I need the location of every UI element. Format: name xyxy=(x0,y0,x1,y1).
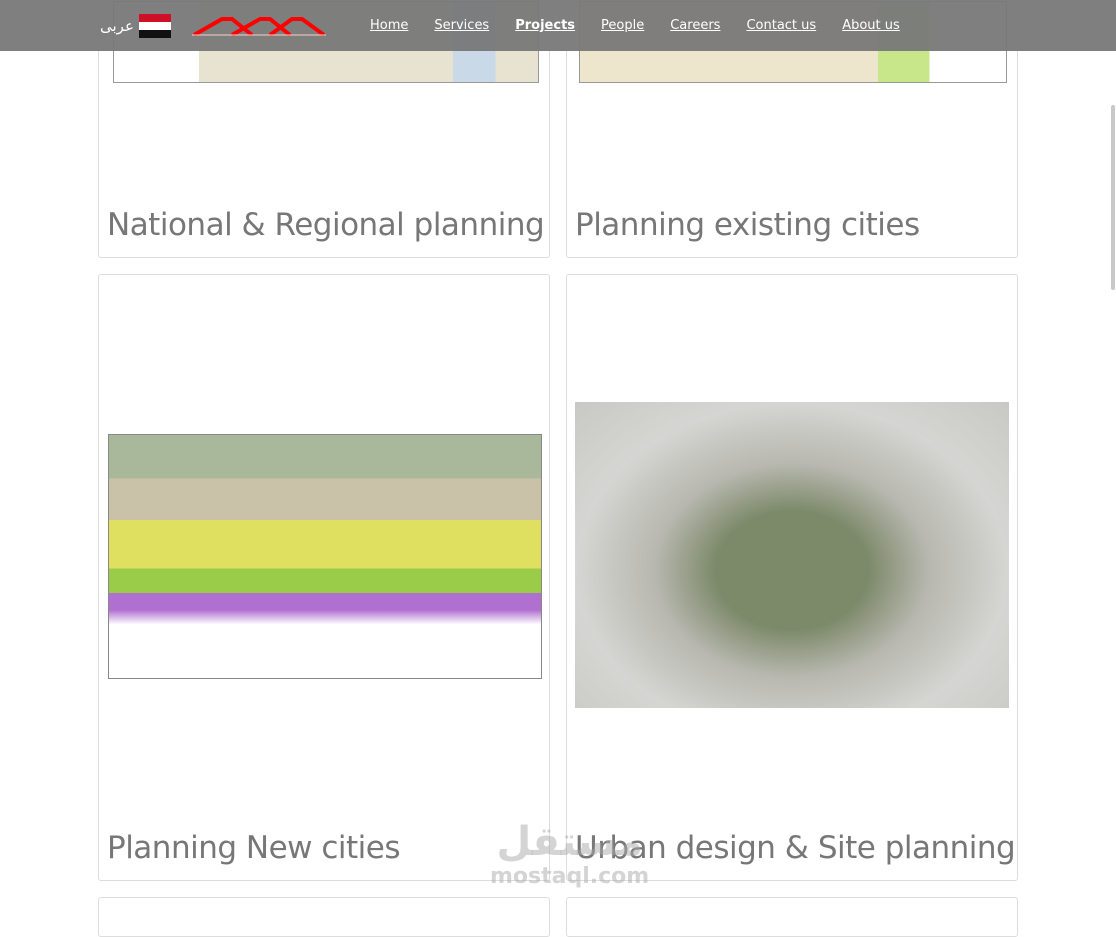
top-navbar: عربى Home Services Projects People Caree… xyxy=(0,0,1116,51)
nav-people[interactable]: People xyxy=(601,18,644,33)
company-logo[interactable] xyxy=(192,16,326,36)
nav-contact[interactable]: Contact us xyxy=(746,18,816,33)
card-title: Planning existing cities xyxy=(575,207,920,243)
nav-projects[interactable]: Projects xyxy=(515,18,575,33)
nav-about[interactable]: About us xyxy=(842,18,900,33)
nav-careers[interactable]: Careers xyxy=(670,18,720,33)
card-title: National & Regional planning xyxy=(107,207,545,243)
project-card-new-cities[interactable]: Planning New cities xyxy=(98,274,550,881)
project-card[interactable] xyxy=(98,897,550,937)
nav-services[interactable]: Services xyxy=(434,18,489,33)
mostaql-watermark: مستقل mostaql.com xyxy=(490,819,650,889)
project-card-urban-design[interactable]: Urban design & Site planning xyxy=(566,274,1018,881)
main-nav: Home Services Projects People Careers Co… xyxy=(370,18,926,33)
egypt-flag-icon[interactable] xyxy=(139,14,171,38)
language-switch-link[interactable]: عربى xyxy=(100,17,134,35)
card-title: Planning New cities xyxy=(107,830,401,866)
urban-design-aerial-render-image xyxy=(575,402,1009,708)
new-city-land-use-map-image xyxy=(108,434,542,679)
scrollbar-thumb[interactable] xyxy=(1111,105,1115,290)
nav-home[interactable]: Home xyxy=(370,18,408,33)
page-scrollbar[interactable] xyxy=(1110,0,1116,906)
project-card[interactable] xyxy=(566,897,1018,937)
